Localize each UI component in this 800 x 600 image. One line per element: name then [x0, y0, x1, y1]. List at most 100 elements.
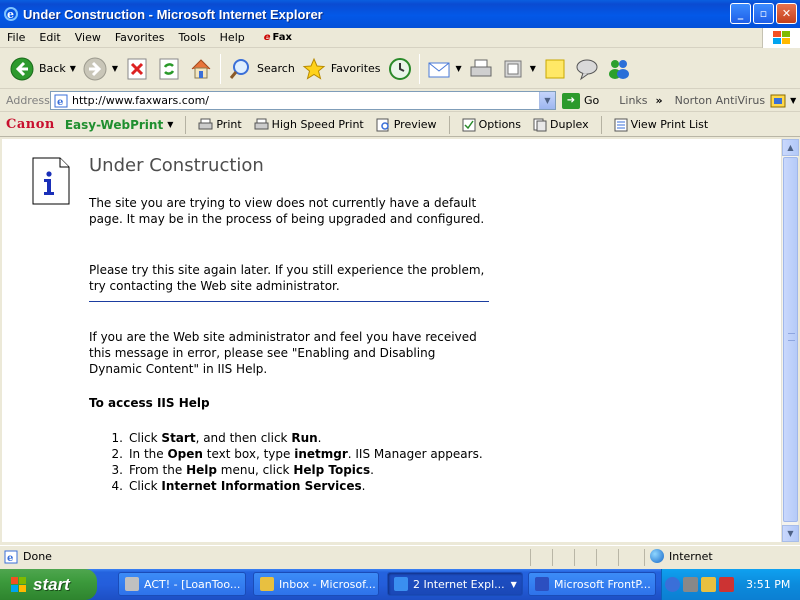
step-number: 3. [111, 463, 123, 477]
scroll-thumb[interactable] [783, 157, 798, 522]
clock[interactable]: 3:51 PM [746, 578, 790, 591]
preview-button[interactable]: Preview [376, 118, 437, 132]
taskbar-item-act[interactable]: ACT! - [LoanToo... [118, 572, 246, 596]
scroll-grip-icon [788, 333, 795, 341]
zonealarm-icon[interactable] [701, 577, 716, 592]
view-print-list-label: View Print List [630, 118, 709, 131]
svg-text:e: e [7, 553, 13, 564]
address-input[interactable]: e http://www.faxwars.com/ ▼ [50, 91, 556, 110]
duplex-icon [533, 118, 547, 131]
menu-favorites[interactable]: Favorites [108, 31, 172, 44]
menu-edit[interactable]: Edit [32, 31, 67, 44]
messenger-button[interactable] [603, 52, 635, 86]
step-text: In the Open text box, type inetmgr. IIS … [129, 447, 483, 461]
page-content[interactable]: Under Construction The site you are tryi… [2, 139, 781, 542]
chevron-down-icon[interactable]: ▼ [530, 64, 536, 73]
start-button[interactable]: start [0, 569, 97, 600]
efax-button[interactable]: e Fax [264, 32, 292, 43]
chevron-down-icon[interactable]: ▼ [456, 64, 462, 73]
taskbar-item-internet-explorer[interactable]: 2 Internet Expl... ▼ [387, 572, 523, 596]
history-icon [387, 56, 413, 82]
scroll-up-button[interactable]: ▲ [782, 139, 799, 156]
step-text: From the Help menu, click Help Topics. [129, 463, 374, 477]
home-button[interactable] [185, 52, 217, 86]
menu-file[interactable]: File [0, 31, 32, 44]
favorites-button[interactable]: Favorites [298, 52, 384, 86]
intro-paragraph: The site you are trying to view does not… [89, 196, 485, 226]
norton-antivirus-label[interactable]: Norton AntiVirus [675, 94, 765, 107]
notes-button[interactable] [539, 52, 571, 86]
network-icon[interactable] [719, 577, 734, 592]
history-button[interactable] [384, 52, 416, 86]
security-zone[interactable]: Internet [650, 549, 713, 563]
printer-icon [468, 56, 494, 82]
status-pane [644, 549, 645, 566]
chevron-down-icon[interactable]: ▼ [790, 96, 796, 105]
step-number: 2. [111, 447, 123, 461]
act-icon [125, 577, 139, 591]
menu-view[interactable]: View [68, 31, 108, 44]
globe-icon [650, 549, 664, 563]
taskbar-item-label: Inbox - Microsof... [279, 577, 376, 591]
vertical-scrollbar[interactable]: ▲ ▼ [781, 139, 799, 542]
page-done-icon: e [4, 550, 18, 564]
system-tray: 3:51 PM [661, 569, 800, 600]
mail-button[interactable]: ▼ [423, 52, 465, 86]
close-button[interactable]: ✕ [776, 3, 797, 24]
canon-print-button[interactable]: Print [198, 118, 242, 132]
maximize-button[interactable]: ▫ [753, 3, 774, 24]
speaker-icon[interactable] [683, 577, 698, 592]
chevron-down-icon[interactable]: ▼ [539, 92, 555, 109]
chevron-down-icon[interactable]: ▼ [167, 120, 173, 129]
discuss-button[interactable] [571, 52, 603, 86]
title-bar[interactable]: e Under Construction - Microsoft Interne… [0, 0, 800, 28]
options-button[interactable]: Options [462, 118, 521, 132]
norton-icon[interactable] [770, 93, 786, 109]
zone-label: Internet [669, 549, 713, 563]
print-button[interactable] [465, 52, 497, 86]
easy-webprint-menu[interactable]: Easy-WebPrint [65, 118, 163, 132]
links-label[interactable]: Links [619, 94, 647, 107]
list-item: 3. From the Help menu, click Help Topics… [89, 462, 489, 478]
checklist-icon [462, 118, 476, 131]
toolbar-separator [185, 115, 187, 134]
chevron-down-icon[interactable]: ▼ [70, 64, 76, 73]
canon-logo: Canon [6, 117, 55, 132]
menu-help[interactable]: Help [213, 31, 252, 44]
go-button[interactable]: ➜ Go [562, 92, 599, 109]
step-text: Click Internet Information Services. [129, 479, 366, 493]
forward-arrow-icon [82, 56, 108, 82]
taskbar-item-frontpage[interactable]: Microsoft FrontP... [528, 572, 656, 596]
taskbar-item-label: ACT! - [LoanToo... [144, 577, 241, 591]
high-speed-print-button[interactable]: High Speed Print [254, 118, 364, 132]
forward-button[interactable]: ▼ [79, 52, 121, 86]
mail-icon [426, 56, 452, 82]
menu-tools[interactable]: Tools [172, 31, 213, 44]
scroll-down-button[interactable]: ▼ [782, 525, 799, 542]
window-title: Under Construction - Microsoft Internet … [23, 6, 323, 22]
stop-button[interactable] [121, 52, 153, 86]
frontpage-icon [535, 577, 549, 591]
page-title: Under Construction [89, 155, 264, 176]
messenger-icon [606, 56, 632, 82]
status-pane [596, 549, 597, 566]
list-item: 2. In the Open text box, type inetmgr. I… [89, 446, 489, 462]
ie-logo-icon: e [3, 6, 19, 22]
search-button[interactable]: Search [224, 52, 298, 86]
view-print-list-button[interactable]: View Print List [614, 118, 709, 132]
edit-button[interactable]: ▼ [497, 52, 539, 86]
start-label: start [33, 574, 70, 594]
refresh-button[interactable] [153, 52, 185, 86]
step-text: Click Start, and then click Run. [129, 431, 322, 445]
chevron-right-icon[interactable]: » [656, 94, 663, 107]
chevron-down-icon[interactable]: ▼ [112, 64, 118, 73]
duplex-button[interactable]: Duplex [533, 118, 589, 132]
back-button[interactable]: Back ▼ [6, 52, 79, 86]
canon-print-label: Print [216, 118, 242, 131]
step-number: 4. [111, 479, 123, 493]
minimize-button[interactable]: _ [730, 3, 751, 24]
taskbar-item-inbox[interactable]: Inbox - Microsof... [253, 572, 379, 596]
toolbar-separator [220, 53, 222, 84]
iis-help-steps: 1. Click Start, and then click Run. 2. I… [89, 430, 489, 494]
back-arrow-icon[interactable] [665, 577, 680, 592]
